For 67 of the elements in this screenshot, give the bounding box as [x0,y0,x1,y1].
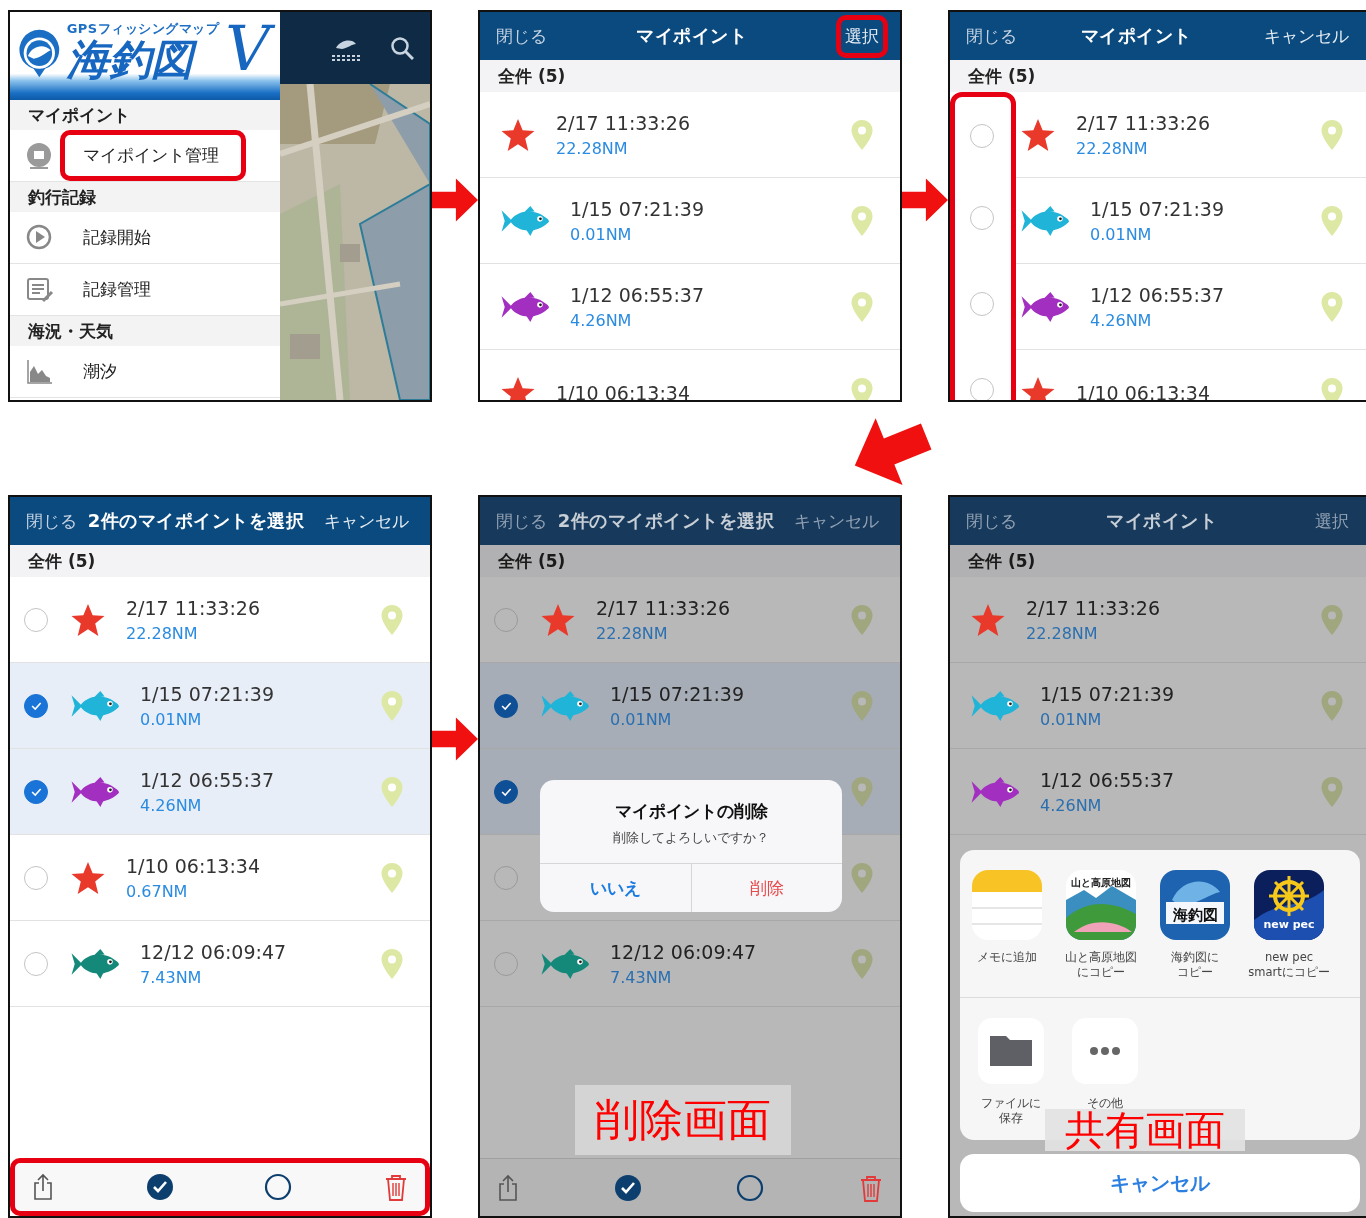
distance: 7.43NM [610,967,673,987]
timestamp: 1/15 07:21:39 [140,682,275,705]
screen-title: 2件のマイポイントを選択 [86,509,306,533]
timestamp: 1/12 06:55:37 [140,768,275,791]
app-label: メモに追加 [977,950,1037,965]
logo-caption: GPSフィッシングマップ [66,19,220,38]
icon-text: 海釣図 [1171,906,1219,925]
distance: 4.26NM [570,310,633,330]
distance: 0.01NM [610,709,673,729]
action-label: その他 [1087,1096,1123,1110]
distance: 7.43NM [140,967,203,987]
distance: 22.28NM [556,138,629,158]
caption: 共有画面 [1045,1109,1245,1151]
distance: 0.01NM [140,709,203,729]
distance: 4.26NM [1040,795,1103,815]
screen-title: マイポイント [635,24,748,48]
timestamp: 2/17 11:33:26 [596,596,731,619]
app-label: にコピー [1077,964,1125,980]
icon-text: new pec [1262,918,1316,931]
timestamp: 2/17 11:33:26 [126,596,261,619]
distance: 4.26NM [1090,310,1153,330]
timestamp: 1/15 07:21:39 [570,197,705,220]
logo-title: 海釣図 [66,37,220,83]
distance: 0.01NM [1090,224,1153,244]
timestamp: 1/12 06:55:37 [570,283,705,306]
dialog-title: マイポイントの削除 [614,800,768,823]
app-label: 山と高原地図 [1065,950,1137,965]
app-label: コピー [1177,964,1213,980]
timestamp: 2/17 11:33:26 [1076,111,1211,134]
app-label: smartにコピー [1248,964,1330,980]
section-header: マイポイント [10,100,280,130]
logo-mark: V [225,12,280,87]
screen-title: 2件のマイポイントを選択 [556,509,776,533]
timestamp: 1/15 07:21:39 [1090,197,1225,220]
app-label: new pec [1264,950,1314,965]
distance: 4.26NM [140,795,203,815]
timestamp: 1/10 06:13:34 [126,854,261,877]
icon-text: 山と高原地図 [1070,876,1132,890]
section-header: 全件 (5) [950,545,1366,577]
timestamp: 12/12 06:09:47 [140,940,287,963]
distance: 22.28NM [126,623,199,643]
section-header: 全件 (5) [480,60,900,92]
screen-title: マイポイント [1079,24,1193,48]
action-label: ファイルに [981,1096,1041,1111]
dialog-message: 削除してよろしいですか？ [613,829,769,847]
screen-title: マイポイント [1105,509,1218,533]
timestamp: 1/15 07:21:39 [1040,682,1175,705]
distance: 0.01NM [570,224,633,244]
section-header: 海況・天気 [10,316,280,346]
distance: 22.28NM [596,623,669,643]
timestamp: 1/12 06:55:37 [1040,768,1175,791]
app-label: 海釣図に [1171,950,1219,965]
section-header: 全件 (5) [950,60,1366,92]
timestamp: 2/17 11:33:26 [1026,596,1161,619]
distance: 0.67NM [126,881,189,901]
timestamp: 12/12 06:09:47 [610,940,757,963]
timestamp: 1/12 06:55:37 [1090,283,1225,306]
timestamp: 1/15 07:21:39 [610,682,745,705]
distance: 0.01NM [1040,709,1103,729]
caption: 削除画面 [575,1085,791,1155]
distance: 22.28NM [1076,138,1149,158]
timestamp: 2/17 11:33:26 [556,111,691,134]
section-header: 全件 (5) [480,545,900,577]
section-header: 全件 (5) [10,545,430,577]
distance: 22.28NM [1026,623,1099,643]
action-label: 保存 [999,1110,1023,1126]
section-header: 釣行記録 [10,182,280,212]
